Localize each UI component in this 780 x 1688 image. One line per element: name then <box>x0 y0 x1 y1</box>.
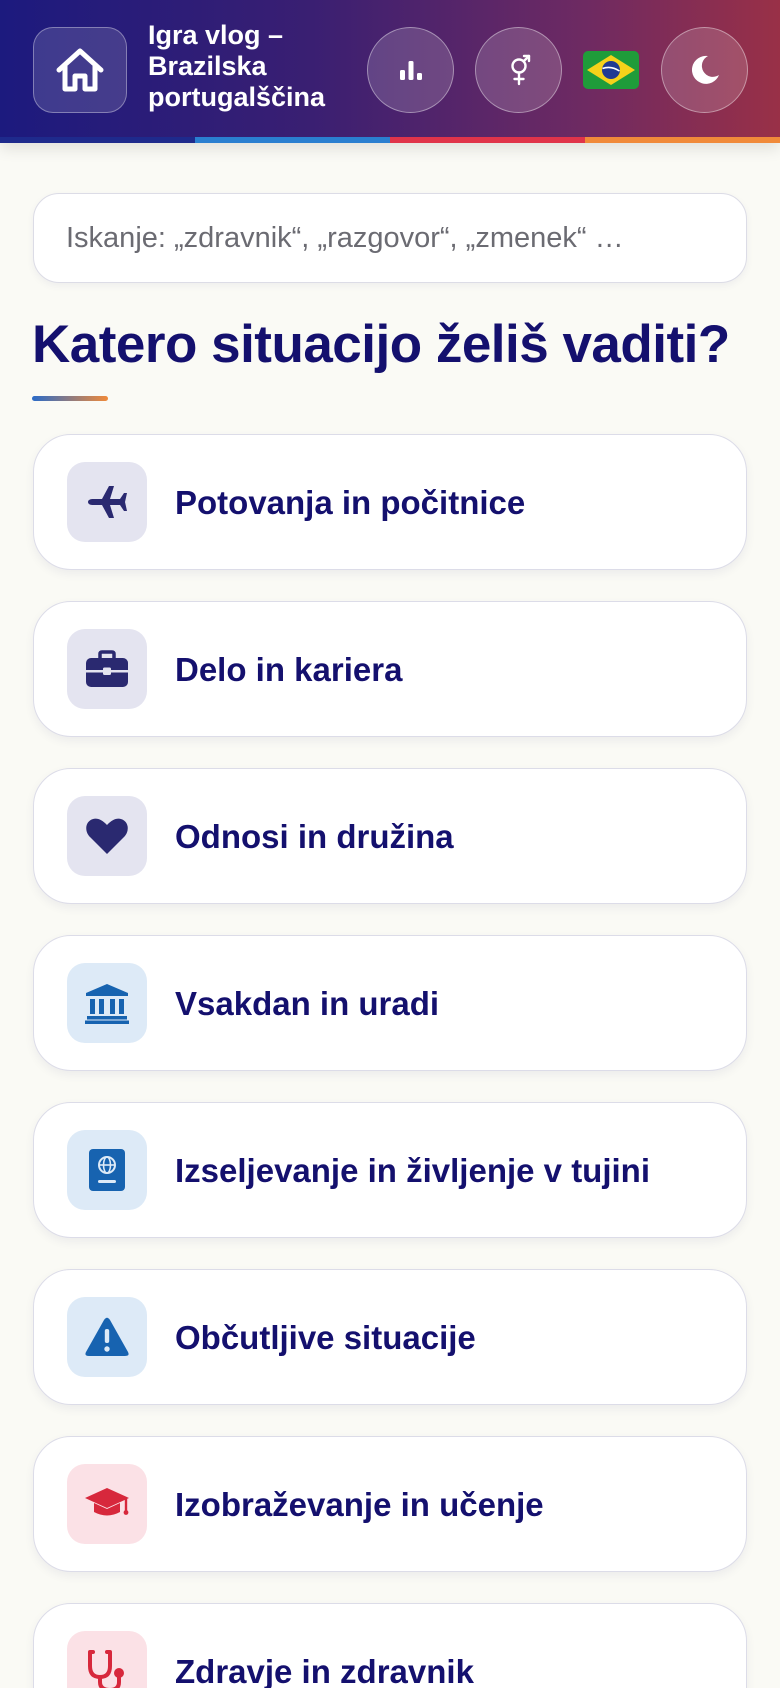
moon-icon <box>691 55 719 84</box>
briefcase-icon <box>86 650 128 687</box>
page-title: Katero situacijo želiš vaditi? <box>32 315 730 374</box>
app-title-line: portugalščina <box>148 82 326 112</box>
category-card-education[interactable]: Izobraževanje in učenje <box>33 1436 747 1572</box>
category-label: Zdravje in zdravnik <box>175 1653 474 1688</box>
category-card-work[interactable]: Delo in kariera <box>33 601 747 737</box>
app-title-line: Igra vlog – <box>148 20 284 50</box>
stripe-segment <box>0 137 195 143</box>
stethoscope-icon <box>88 1650 124 1688</box>
home-button[interactable] <box>33 27 127 113</box>
app-title-line: Brazilska <box>148 51 267 81</box>
category-card-emigration[interactable]: Izseljevanje in življenje v tujini <box>33 1102 747 1238</box>
category-card-everyday[interactable]: Vsakdan in uradi <box>33 935 747 1071</box>
app-header: Igra vlog – Brazilska portugalščina <box>0 0 780 143</box>
gender-icon <box>510 54 530 86</box>
title-underline <box>32 396 108 401</box>
category-card-travel[interactable]: Potovanja in počitnice <box>33 434 747 570</box>
category-icon-badge <box>67 796 147 876</box>
language-flag-button[interactable] <box>583 51 639 89</box>
category-card-relationships[interactable]: Odnosi in družina <box>33 768 747 904</box>
category-icon-badge <box>67 1130 147 1210</box>
category-label: Vsakdan in uradi <box>175 985 440 1022</box>
statistics-button[interactable] <box>367 27 454 113</box>
theme-toggle-button[interactable] <box>661 27 748 113</box>
category-icon-badge <box>67 1297 147 1377</box>
category-label: Izobraževanje in učenje <box>175 1486 544 1523</box>
header-stripe <box>0 137 780 143</box>
category-label: Odnosi in družina <box>175 818 454 855</box>
category-card-sensitive[interactable]: Občutljive situacije <box>33 1269 747 1405</box>
passport-icon <box>89 1149 125 1191</box>
stripe-segment <box>195 137 390 143</box>
gender-button[interactable] <box>475 27 562 113</box>
warning-icon <box>85 1317 129 1356</box>
stripe-segment <box>585 137 780 143</box>
category-label: Izseljevanje in življenje v tujini <box>175 1152 651 1189</box>
bank-icon <box>85 984 129 1024</box>
category-icon-badge <box>67 629 147 709</box>
home-icon <box>56 48 104 92</box>
airplane-icon <box>88 486 127 518</box>
category-label: Delo in kariera <box>175 651 403 688</box>
category-label: Potovanja in počitnice <box>175 484 526 521</box>
search-input[interactable] <box>33 193 747 283</box>
bar-chart-icon <box>399 61 422 80</box>
category-card-health[interactable]: Zdravje in zdravnik <box>33 1603 747 1688</box>
brazil-flag-icon <box>583 51 639 89</box>
category-icon-badge <box>67 1464 147 1544</box>
app-title: Igra vlog – Brazilska portugalščina <box>148 20 348 113</box>
category-label: Občutljive situacije <box>175 1319 476 1356</box>
category-icon-badge <box>67 462 147 542</box>
heart-icon <box>86 818 128 854</box>
category-icon-badge <box>67 1631 147 1688</box>
graduation-cap-icon <box>85 1488 129 1516</box>
category-icon-badge <box>67 963 147 1043</box>
stripe-segment <box>390 137 585 143</box>
